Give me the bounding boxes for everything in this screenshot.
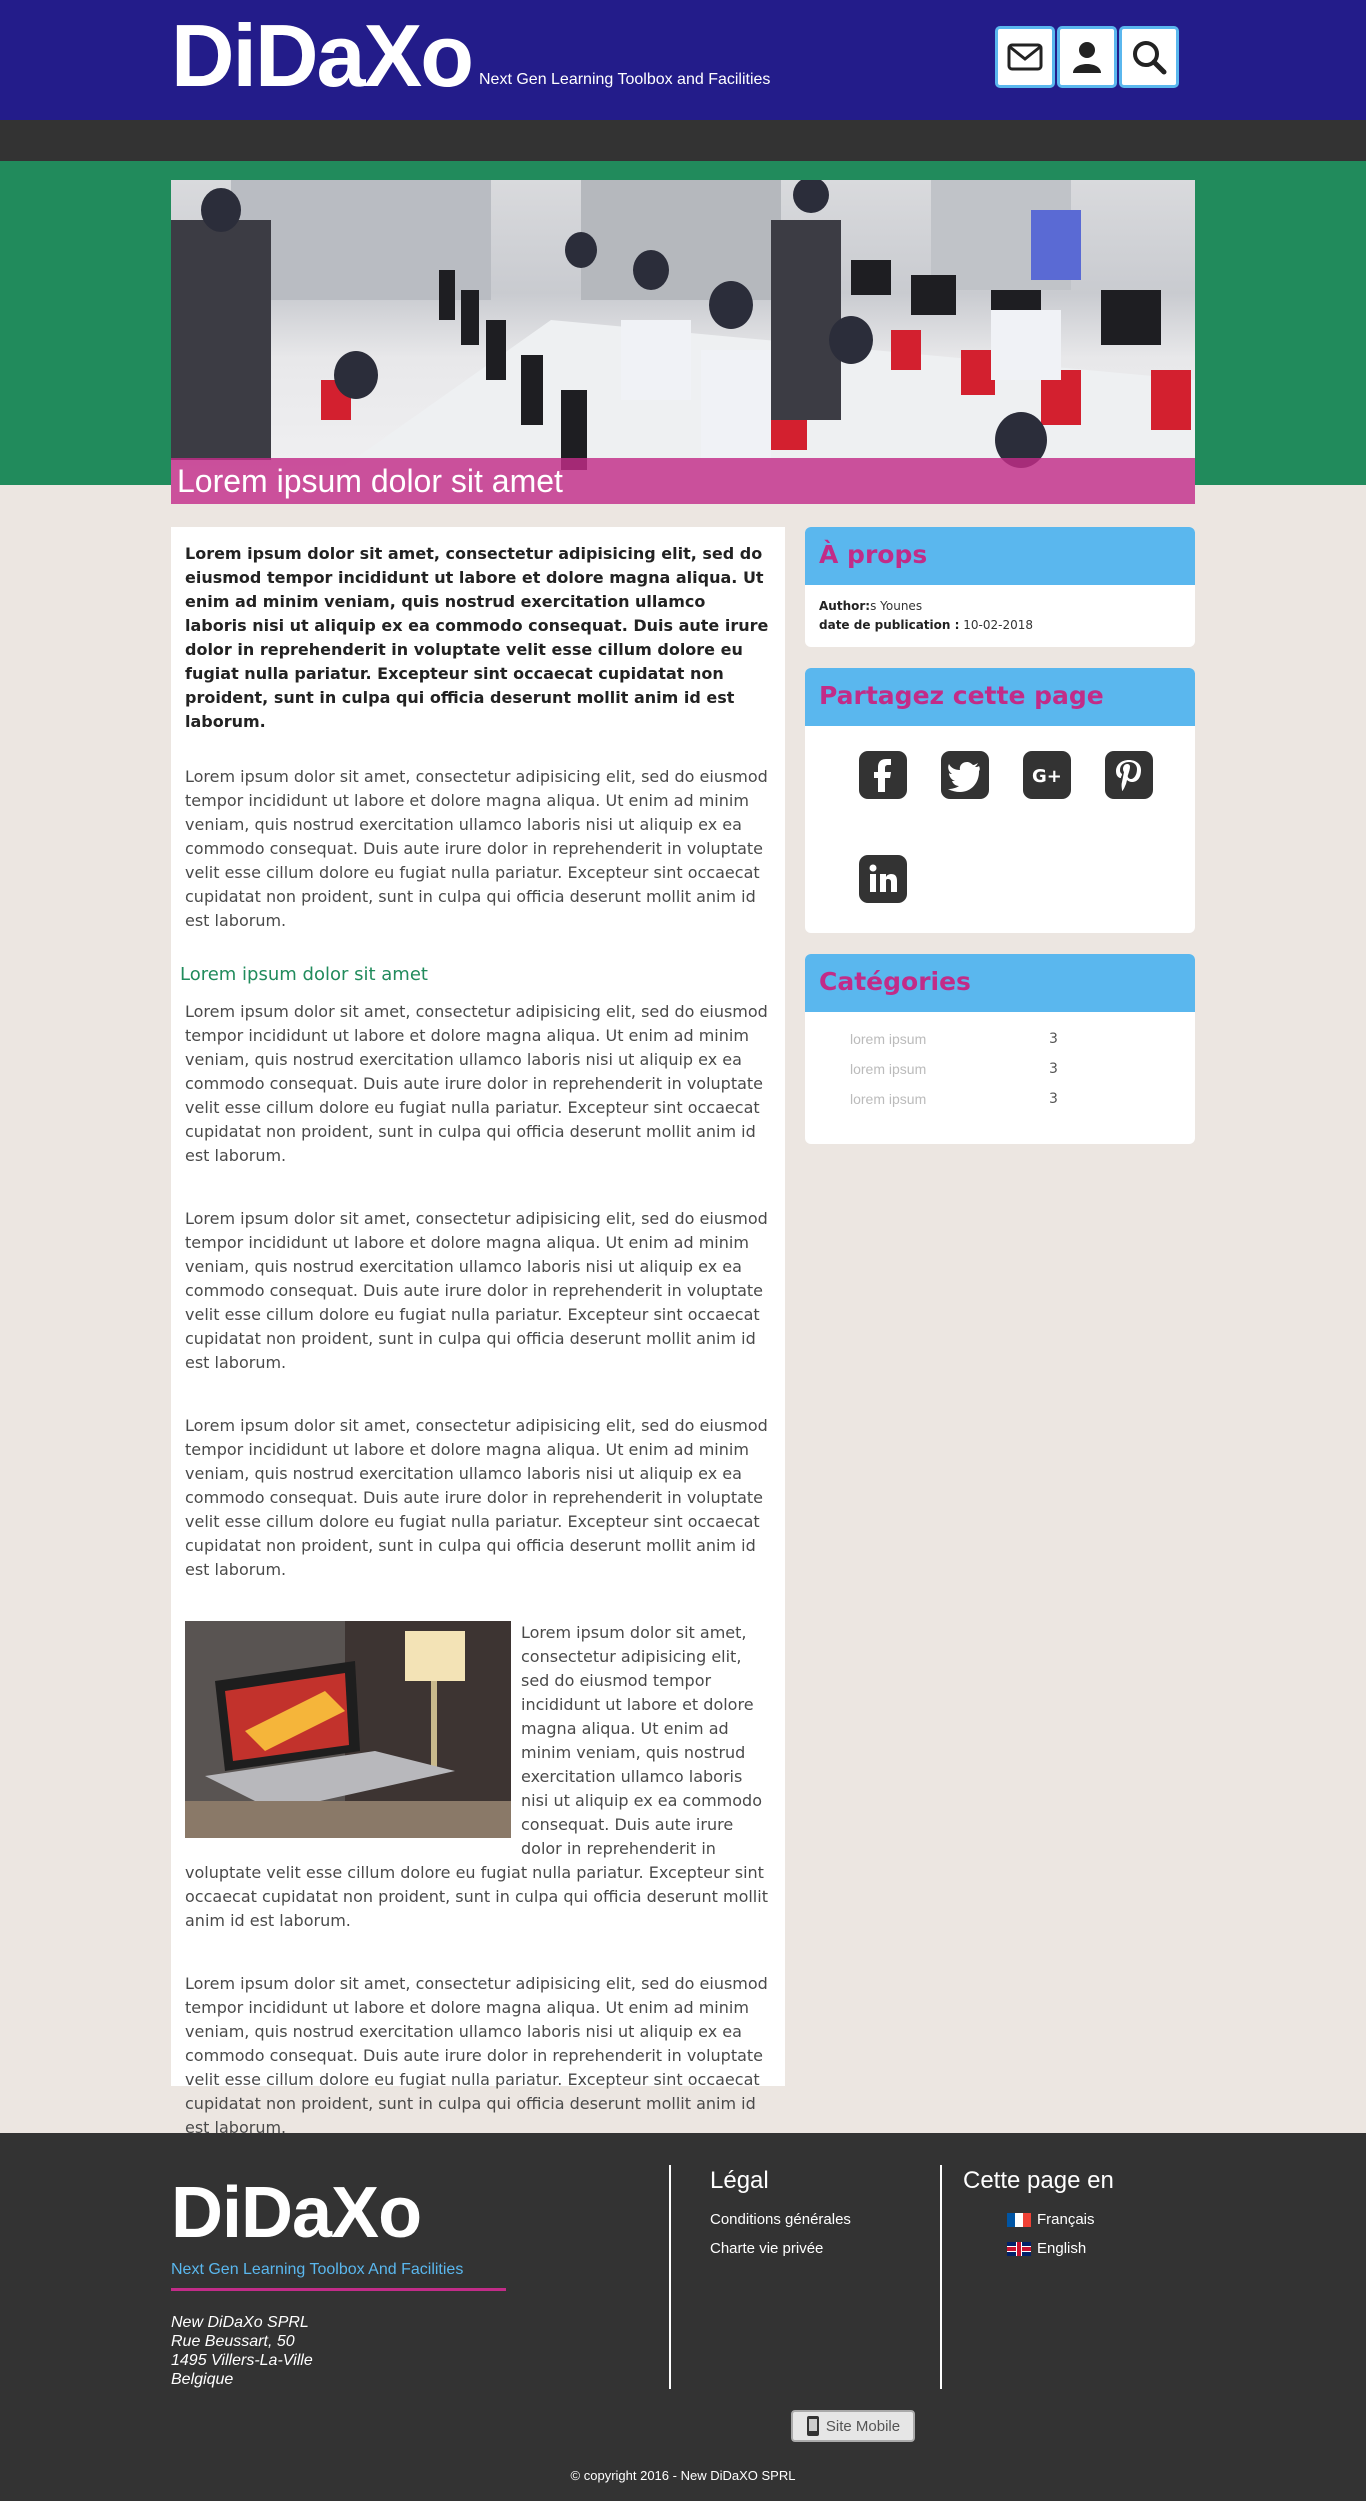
twitter-icon (948, 762, 980, 792)
footer-tagline: Next Gen Learning Toolbox And Facilities (171, 2261, 464, 2278)
category-item[interactable]: lorem ipsum 3 (805, 1084, 1195, 1114)
mobile-site-button[interactable]: Site Mobile (791, 2410, 915, 2442)
footer-logo[interactable]: DiDaXo (171, 2177, 422, 2249)
author-label: Author: (819, 599, 871, 613)
category-item[interactable]: lorem ipsum 3 (805, 1054, 1195, 1084)
envelope-icon (1007, 43, 1043, 71)
copyright: © copyright 2016 - New DiDaXO SPRL (570, 2468, 796, 2483)
site-header: DiDaXo Next Gen Learning Toolbox and Fac… (0, 0, 1366, 120)
header-actions (995, 26, 1179, 88)
uk-flag-icon (1007, 2242, 1031, 2257)
share-linkedin-button[interactable] (859, 855, 907, 903)
legal-title: Légal (710, 2167, 769, 2194)
footer-legal: Légal Conditions générales Charte vie pr… (710, 2167, 851, 2263)
category-name[interactable]: lorem ipsum (805, 1061, 1005, 1077)
share-pinterest-button[interactable] (1105, 751, 1153, 799)
category-count: 3 (1049, 1091, 1058, 1107)
facebook-icon (874, 759, 891, 792)
account-button[interactable] (1057, 26, 1117, 88)
privacy-link[interactable]: Charte vie privée (710, 2234, 851, 2263)
article-lead: Lorem ipsum dolor sit amet, consectetur … (185, 544, 769, 731)
linkedin-icon (869, 864, 897, 892)
contact-button[interactable] (995, 26, 1055, 88)
categories-list: lorem ipsum 3 lorem ipsum 3 lorem ipsum … (805, 1012, 1195, 1144)
article-paragraph: Lorem ipsum dolor sit amet, consectetur … (185, 1974, 768, 2137)
article-paragraph: Lorem ipsum dolor sit amet, consectetur … (185, 767, 768, 930)
search-button[interactable] (1119, 26, 1179, 88)
main-content: Lorem ipsum dolor sit amet, consectetur … (171, 485, 1195, 2137)
footer-address: New DiDaXo SPRL Rue Beussart, 50 1495 Vi… (171, 2313, 313, 2389)
article: Lorem ipsum dolor sit amet, consectetur … (171, 527, 785, 2137)
language-label: Français (1037, 2211, 1095, 2228)
address-line: 1495 Villers-La-Ville (171, 2352, 313, 2369)
french-flag-icon (1007, 2213, 1031, 2228)
category-count: 3 (1049, 1031, 1058, 1047)
date-value: 10-02-2018 (963, 618, 1033, 632)
category-item[interactable]: lorem ipsum 3 (805, 1024, 1195, 1054)
nav-bar (0, 120, 1366, 161)
language-french-link[interactable]: Français (963, 2205, 1114, 2234)
mobile-button-label: Site Mobile (825, 2417, 901, 2435)
category-count: 3 (1049, 1061, 1058, 1077)
categories-widget: Catégories lorem ipsum 3 lorem ipsum 3 l… (805, 954, 1195, 1144)
laptop-image (185, 1621, 511, 1838)
share-facebook-button[interactable] (859, 751, 907, 799)
site-footer: DiDaXo Next Gen Learning Toolbox And Fac… (0, 2133, 1366, 2501)
classroom-photo (171, 180, 1195, 504)
footer-languages: Cette page en Français English (963, 2167, 1114, 2263)
footer-column-divider (669, 2165, 671, 2389)
share-google-plus-button[interactable]: G+ (1023, 751, 1071, 799)
languages-title: Cette page en (963, 2167, 1114, 2194)
site-logo[interactable]: DiDaXo (171, 12, 474, 100)
article-paragraph: Lorem ipsum dolor sit amet, consectetur … (185, 1416, 768, 1579)
article-paragraph: Lorem ipsum dolor sit amet, consectetur … (185, 1002, 768, 1165)
about-title: À props (805, 527, 1195, 585)
share-widget: Partagez cette page G+ (805, 668, 1195, 933)
user-icon (1073, 42, 1101, 73)
article-paragraph: Lorem ipsum dolor sit amet, consectetur … (185, 1209, 768, 1372)
language-label: English (1037, 2240, 1087, 2257)
about-widget: À props Author:s Younes date de publicat… (805, 527, 1195, 647)
share-icons: G+ (805, 726, 1195, 933)
address-line: New DiDaXo SPRL (171, 2314, 309, 2331)
address-line: Belgique (171, 2371, 234, 2388)
svg-text:G+: G+ (1032, 766, 1062, 787)
language-english-link[interactable]: English (963, 2234, 1114, 2263)
footer-divider (171, 2288, 506, 2291)
share-title: Partagez cette page (805, 668, 1195, 726)
categories-title: Catégories (805, 954, 1195, 1012)
footer-column-divider (940, 2165, 942, 2389)
search-icon (1133, 41, 1167, 75)
pinterest-icon (1116, 760, 1141, 791)
about-body: Author:s Younes date de publication : 10… (805, 585, 1195, 647)
mobile-phone-icon (806, 2416, 819, 2436)
hero-image: Lorem ipsum dolor sit amet (171, 180, 1195, 504)
date-label: date de publication : (819, 618, 960, 632)
google-plus-icon: G+ (1032, 766, 1062, 787)
author-value: s Younes (870, 599, 923, 613)
address-line: Rue Beussart, 50 (171, 2333, 295, 2350)
category-name[interactable]: lorem ipsum (805, 1031, 1005, 1047)
share-twitter-button[interactable] (941, 751, 989, 799)
terms-link[interactable]: Conditions générales (710, 2205, 851, 2234)
site-tagline: Next Gen Learning Toolbox and Facilities (479, 71, 771, 88)
sidebar: À props Author:s Younes date de publicat… (805, 527, 1195, 1165)
category-name[interactable]: lorem ipsum (805, 1091, 1005, 1107)
article-subheading: Lorem ipsum dolor sit amet (180, 964, 428, 985)
hero-band: Lorem ipsum dolor sit amet (0, 161, 1366, 504)
